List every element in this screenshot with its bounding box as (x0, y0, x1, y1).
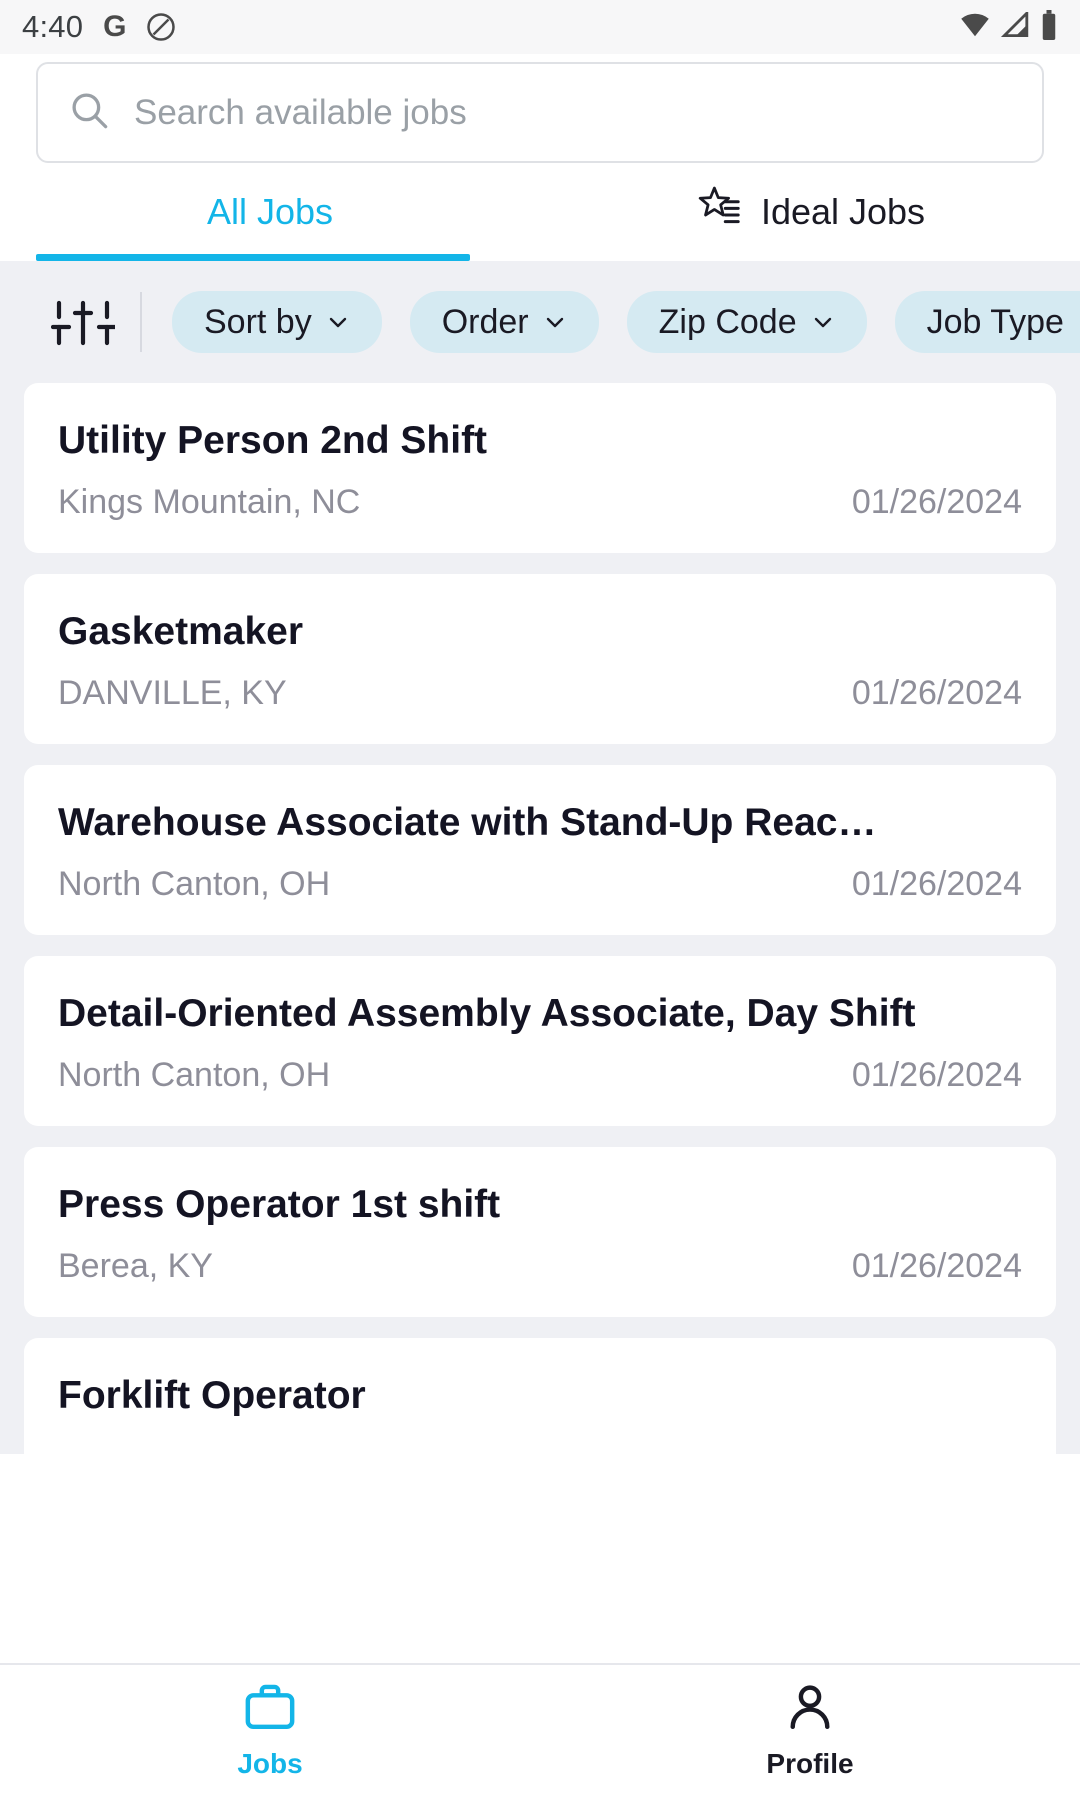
job-card[interactable]: Gasketmaker DANVILLE, KY 01/26/2024 (24, 574, 1056, 744)
wifi-icon (960, 12, 990, 43)
job-date: 01/26/2024 (851, 1247, 1022, 1285)
nav-item-profile-label: Profile (766, 1747, 854, 1779)
filter-chip-zip-code[interactable]: Zip Code (626, 291, 867, 353)
filter-chip-sort-by[interactable]: Sort by (172, 291, 382, 353)
job-date: 01/26/2024 (851, 483, 1022, 521)
status-bar-left: 4:40 G (22, 9, 176, 45)
job-title: Utility Person 2nd Shift (58, 419, 488, 462)
filter-chips: Sort by Order Zip Code Job Type (172, 291, 1080, 353)
filter-chip-order-label: Order (441, 302, 529, 341)
job-location: Berea, KY (58, 1247, 213, 1285)
job-card[interactable]: Detail-Oriented Assembly Associate, Day … (24, 956, 1056, 1126)
nav-item-jobs[interactable]: Jobs (0, 1665, 540, 1795)
job-list[interactable]: Utility Person 2nd Shift Kings Mountain,… (0, 383, 1080, 1454)
chevron-down-icon (329, 317, 346, 328)
job-location: North Canton, OH (58, 865, 331, 903)
job-meta: Kings Mountain, NC 01/26/2024 (58, 483, 1022, 522)
battery-icon (1040, 9, 1058, 45)
job-title: Gasketmaker (58, 610, 304, 653)
job-meta: North Canton, OH 01/26/2024 (58, 865, 1022, 904)
job-meta: DANVILLE, KY 01/26/2024 (58, 674, 1022, 713)
job-tabs: All Jobs Ideal Jobs (0, 163, 1080, 261)
job-card[interactable]: Utility Person 2nd Shift Kings Mountain,… (24, 383, 1056, 553)
job-location: North Canton, OH (58, 1056, 331, 1094)
filter-chip-job-type[interactable]: Job Type (894, 291, 1080, 353)
active-tab-indicator (36, 254, 470, 261)
tab-all-jobs-label: All Jobs (206, 191, 334, 232)
job-card[interactable]: Warehouse Associate with Stand-Up Reac… … (24, 765, 1056, 935)
person-icon (782, 1681, 838, 1738)
tab-ideal-jobs[interactable]: Ideal Jobs (540, 163, 1080, 261)
tab-ideal-jobs-label: Ideal Jobs (760, 191, 926, 232)
filter-chip-zip-code-label: Zip Code (658, 302, 797, 341)
job-title: Warehouse Associate with Stand-Up Reac… (58, 801, 877, 844)
job-date: 01/26/2024 (851, 865, 1022, 903)
cellular-signal-icon (1000, 9, 1030, 43)
job-card[interactable]: Press Operator 1st shift Berea, KY 01/26… (24, 1147, 1056, 1317)
status-bar-right (960, 9, 1058, 45)
search-icon (68, 89, 110, 136)
do-not-disturb-icon (146, 12, 176, 42)
job-date: 01/26/2024 (851, 674, 1022, 712)
search-input[interactable] (134, 92, 1012, 133)
job-title: Press Operator 1st shift (58, 1183, 501, 1226)
job-meta: Berea, KY 01/26/2024 (58, 1247, 1022, 1286)
bottom-navigation: Jobs Profile (0, 1663, 1080, 1795)
status-bar: 4:40 G (0, 0, 1080, 54)
job-meta: North Canton, OH 01/26/2024 (58, 1056, 1022, 1095)
job-title: Detail-Oriented Assembly Associate, Day … (58, 992, 916, 1035)
job-card[interactable]: Forklift Operator (24, 1338, 1056, 1454)
chevron-down-icon (546, 317, 563, 328)
filter-chip-job-type-label: Job Type (926, 302, 1064, 341)
job-location: DANVILLE, KY (58, 674, 287, 712)
tune-filter-icon[interactable] (48, 295, 118, 349)
google-icon: G (103, 10, 127, 43)
filter-bar: Sort by Order Zip Code Job Type (0, 261, 1080, 383)
filter-chip-order[interactable]: Order (409, 291, 599, 353)
nav-item-jobs-label: Jobs (237, 1747, 303, 1779)
search-section (0, 54, 1080, 163)
filter-chip-sort-by-label: Sort by (204, 302, 312, 341)
filter-divider (140, 292, 142, 352)
job-location: Kings Mountain, NC (58, 483, 361, 521)
nav-item-profile[interactable]: Profile (540, 1665, 1080, 1795)
chevron-down-icon (814, 317, 831, 328)
status-time: 4:40 (22, 9, 84, 44)
briefcase-icon (242, 1681, 298, 1738)
job-date: 01/26/2024 (851, 1056, 1022, 1094)
job-title: Forklift Operator (58, 1374, 366, 1417)
tab-all-jobs[interactable]: All Jobs (0, 163, 540, 261)
search-box[interactable] (36, 62, 1044, 163)
star-list-icon (695, 184, 743, 241)
